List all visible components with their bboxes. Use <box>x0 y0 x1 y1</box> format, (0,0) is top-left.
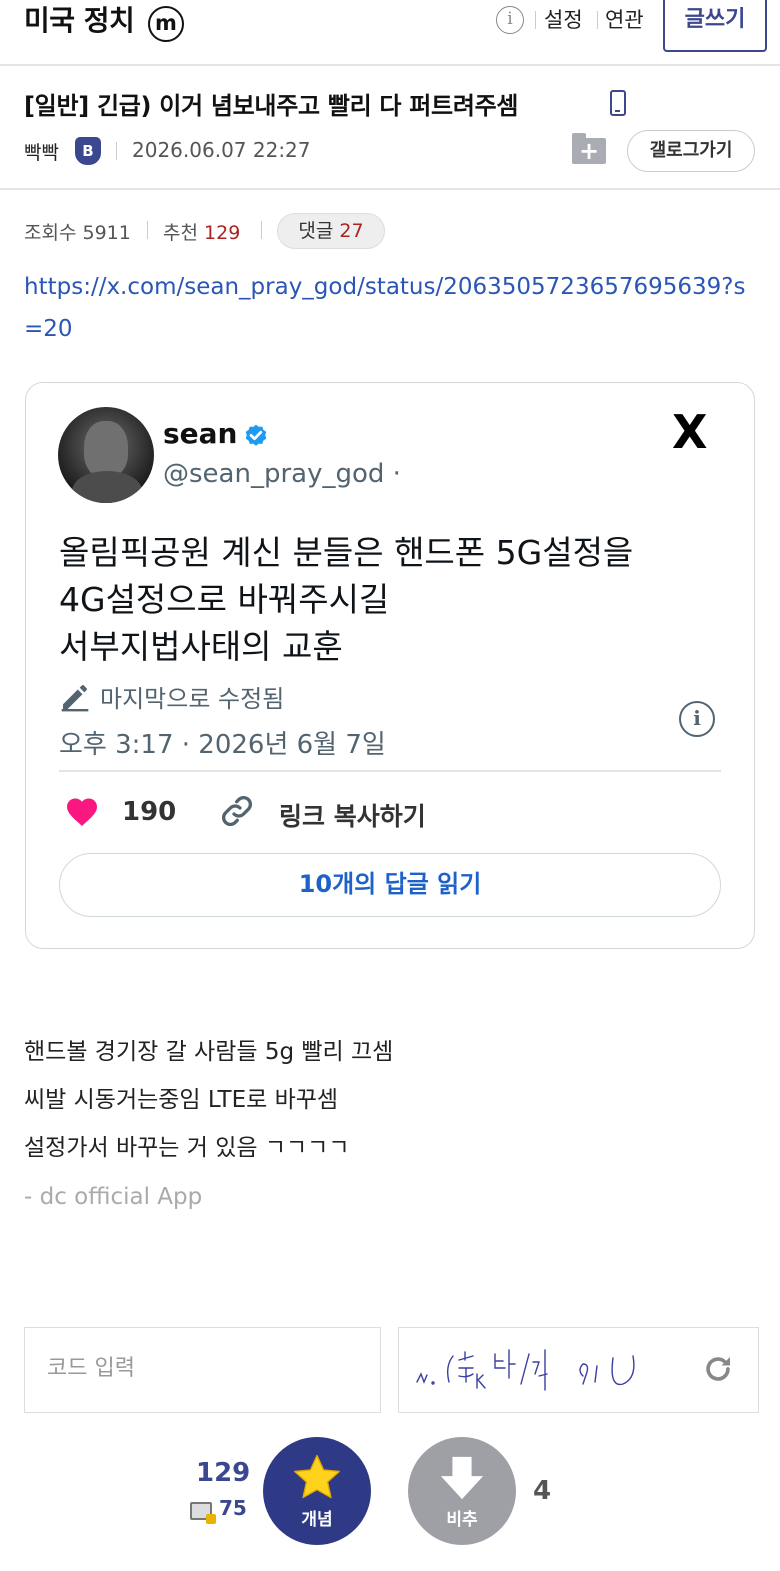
divider <box>0 188 780 190</box>
fixed-user-icon <box>190 1502 216 1524</box>
recommend-value: 129 <box>204 222 241 244</box>
view-count: 조회수 5911 <box>24 218 131 245</box>
gallog-button[interactable]: 갤로그가기 <box>627 130 755 172</box>
recommend-label: 개념 <box>301 1510 333 1530</box>
star-icon <box>294 1454 340 1499</box>
captcha-image <box>416 1349 635 1391</box>
divider <box>0 64 780 66</box>
gallery-title[interactable]: 미국 정치 <box>24 0 135 42</box>
link-icon[interactable] <box>219 793 255 829</box>
comments-value: 27 <box>339 220 364 242</box>
fixed-recommend-count: 75 <box>219 1496 247 1520</box>
divider <box>116 142 117 160</box>
divider <box>59 770 721 772</box>
author-name[interactable]: 빡빡 <box>24 138 59 165</box>
comments-label: 댓글 <box>298 220 334 242</box>
read-replies-button[interactable]: 10개의 답글 읽기 <box>59 853 721 917</box>
heart-icon[interactable] <box>64 794 100 830</box>
tweet-text-line: 올림픽공원 계신 분들은 핸드폰 5G설정을 <box>59 533 634 572</box>
x-logo-icon[interactable]: X <box>672 409 707 455</box>
author-badge-icon: B <box>75 137 101 165</box>
copy-link-button[interactable]: 링크 복사하기 <box>279 797 426 833</box>
info-icon[interactable]: i <box>679 701 715 737</box>
tweet-author-name[interactable]: sean <box>163 417 237 450</box>
post-link[interactable]: https://x.com/sean_pray_god/status/20635… <box>24 266 764 350</box>
app-signature: - dc official App <box>24 1184 203 1210</box>
recommend-total: 129 <box>196 1458 251 1488</box>
views-value: 5911 <box>82 222 131 244</box>
down-arrow-icon <box>440 1456 484 1500</box>
not-recommend-button[interactable]: 비추 <box>408 1437 516 1545</box>
recommend-label: 추천 <box>163 222 198 244</box>
captcha-code-input[interactable]: 코드 입력 <box>24 1327 381 1413</box>
divider <box>147 221 148 239</box>
recommend-button[interactable]: 개념 <box>263 1437 371 1545</box>
tweet-timestamp[interactable]: 오후 3:17 · 2026년 6월 7일 <box>59 724 386 761</box>
top-bar: 미국 정치 m i 설정 연관 글쓰기 <box>0 0 780 56</box>
post-date: 2026.06.07 22:27 <box>132 138 311 162</box>
comments-button[interactable]: 댓글 27 <box>277 213 385 249</box>
not-recommend-label: 비추 <box>446 1510 478 1530</box>
info-icon[interactable]: i <box>496 6 524 34</box>
avatar[interactable] <box>58 407 154 503</box>
views-label: 조회수 <box>24 222 77 244</box>
post-body-line: 설정가서 바꾸는 거 있음 ㄱㄱㄱㄱ <box>24 1135 350 1161</box>
divider <box>535 11 536 29</box>
minor-gallery-icon: m <box>148 6 184 42</box>
mobile-phone-icon <box>610 90 626 116</box>
refresh-icon[interactable] <box>701 1352 735 1386</box>
related-link[interactable]: 연관 <box>605 0 644 40</box>
tweet-handle[interactable]: @sean_pray_god · <box>163 459 401 489</box>
tweet-text-line: 4G설정으로 바꿔주시길 <box>59 580 390 619</box>
tweet-text: 올림픽공원 계신 분들은 핸드폰 5G설정을 4G설정으로 바꿔주시길 서부지법… <box>59 529 633 670</box>
post-body-line: 씨발 시동거는중임 LTE로 바꾸셈 <box>24 1087 339 1113</box>
captcha-box <box>398 1327 759 1413</box>
divider <box>597 11 598 29</box>
recommend-count: 추천 129 <box>163 218 240 245</box>
edited-label[interactable]: 마지막으로 수정됨 <box>100 679 284 714</box>
pencil-icon <box>61 685 89 712</box>
post-body-line: 핸드볼 경기장 갈 사람들 5g 빨리 끄셈 <box>24 1039 394 1065</box>
add-folder-icon[interactable]: + <box>572 133 606 164</box>
post-title: [일반] 긴급) 이거 념보내주고 빨리 다 퍼트려주셈 <box>24 92 519 120</box>
embedded-tweet-card[interactable]: sean @sean_pray_god · X 올림픽공원 계신 분들은 핸드폰… <box>25 382 755 949</box>
verified-badge-icon <box>245 424 267 446</box>
write-post-button[interactable]: 글쓰기 <box>663 0 767 52</box>
like-count: 190 <box>122 797 177 827</box>
divider <box>261 221 262 239</box>
not-recommend-count: 4 <box>533 1476 552 1506</box>
tweet-text-line: 서부지법사태의 교훈 <box>59 627 343 666</box>
settings-link[interactable]: 설정 <box>544 0 583 40</box>
